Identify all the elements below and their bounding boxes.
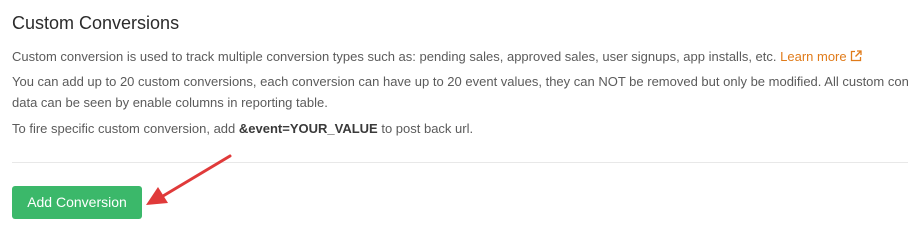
description-paragraph: Custom conversion is used to track multi…	[12, 47, 862, 67]
postback-suffix: to post back url.	[377, 121, 474, 136]
custom-conversions-section: Custom Conversions Custom conversion is …	[12, 0, 908, 226]
limits-paragraph-line-1: You can add up to 20 custom conversions,…	[12, 74, 908, 89]
learn-more-link[interactable]: Learn more	[780, 49, 862, 64]
section-divider	[12, 162, 908, 163]
postback-prefix: To fire specific custom conversion, add	[12, 121, 239, 136]
external-link-icon	[850, 50, 862, 62]
postback-paragraph: To fire specific custom conversion, add …	[12, 119, 473, 139]
description-text: Custom conversion is used to track multi…	[12, 49, 781, 64]
add-conversion-button[interactable]: Add Conversion	[12, 186, 142, 219]
event-parameter-code: &event=YOUR_VALUE	[238, 121, 378, 136]
learn-more-label: Learn more	[780, 49, 847, 64]
limits-paragraph-line-2: data can be seen by enable columns in re…	[12, 95, 328, 110]
section-title: Custom Conversions	[12, 13, 180, 33]
